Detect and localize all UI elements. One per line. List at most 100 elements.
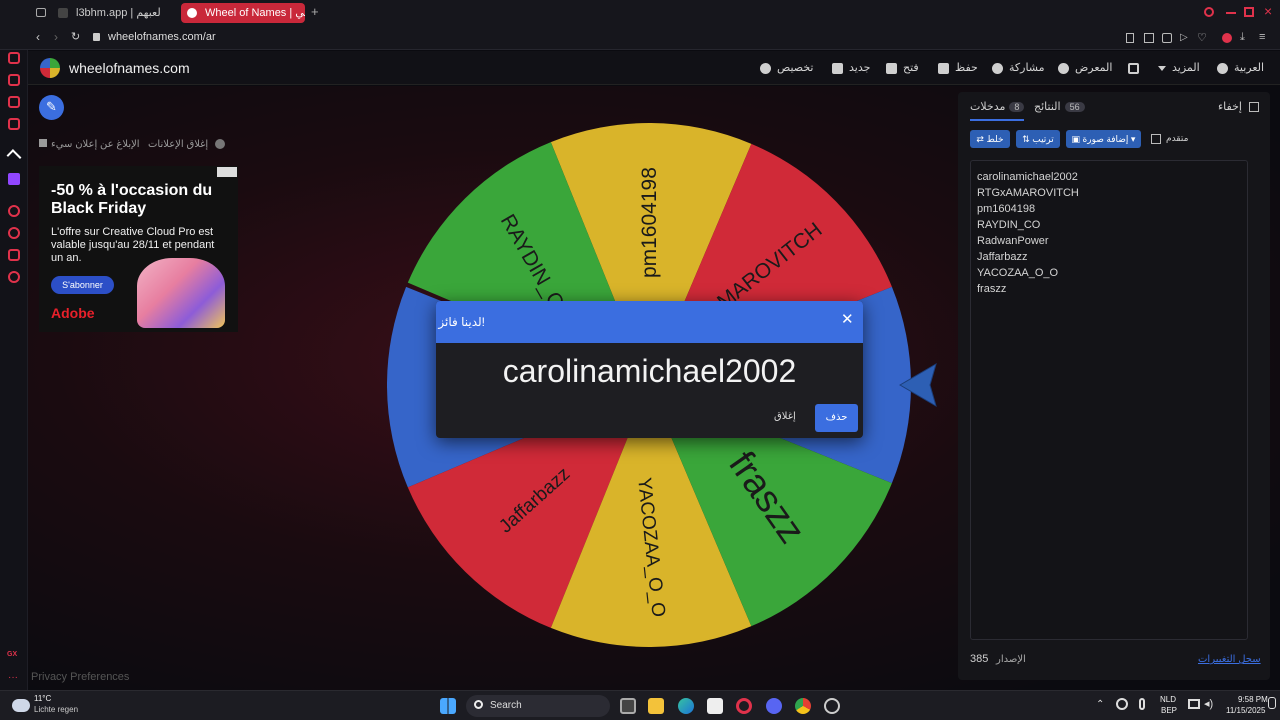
entry-item[interactable]: fraszz — [977, 281, 1241, 297]
keyboard-layout[interactable]: BEP — [1161, 706, 1177, 715]
address-bar: ‹ › ↻ wheelofnames.com/ar ▷ ♡ ⤓ ≡ — [0, 26, 1280, 50]
task-view-icon[interactable] — [620, 698, 636, 714]
edit-button[interactable]: ✎ — [39, 95, 64, 120]
sidebar-app-icon[interactable] — [8, 205, 20, 217]
entry-item[interactable]: RTGxAMAROVITCH — [977, 185, 1241, 201]
notification-icon[interactable] — [1268, 697, 1276, 709]
weather-icon[interactable] — [12, 699, 30, 712]
add-image-button[interactable]: ▣ إضافة صورة ▾ — [1066, 130, 1141, 148]
clock-date[interactable]: 11/15/2025 — [1226, 706, 1265, 715]
dialog-close-icon[interactable]: ✕ — [841, 310, 854, 328]
settings-icon[interactable] — [8, 271, 20, 283]
save-button[interactable]: حفظ — [938, 51, 978, 85]
hide-checkbox[interactable] — [1249, 102, 1260, 113]
close-window-button[interactable]: × — [1264, 3, 1272, 19]
more-dots-icon[interactable]: ··· — [8, 672, 18, 683]
remove-button[interactable]: حذف — [815, 404, 858, 432]
hide-toggle[interactable]: إخفاء — [1218, 100, 1260, 113]
logo-icon[interactable] — [40, 58, 60, 78]
bookmark-icon[interactable] — [1126, 33, 1134, 43]
entry-item[interactable]: RadwanPower — [977, 233, 1241, 249]
shuffle-button[interactable]: ⇄ خلط — [970, 130, 1010, 148]
microphone-icon[interactable] — [1139, 698, 1145, 710]
sidebar-app-icon[interactable] — [8, 74, 20, 86]
advanced-toggle[interactable]: متقدم — [1151, 133, 1188, 144]
twitch-icon[interactable] — [8, 173, 20, 185]
search-icon[interactable] — [1204, 7, 1214, 17]
minimize-button[interactable] — [1226, 12, 1236, 14]
ad-cta-button[interactable]: S'abonner — [51, 276, 114, 294]
customize-button[interactable]: تخصيص — [760, 51, 814, 85]
discord-icon[interactable] — [766, 698, 782, 714]
gallery-button[interactable]: المعرض — [1058, 51, 1112, 85]
report-ad-label: الإبلاغ عن إعلان سيء — [51, 139, 140, 150]
display-icon[interactable] — [1188, 699, 1200, 709]
more-button[interactable]: المزيد — [1158, 51, 1200, 85]
entry-item[interactable]: YACOZAA_O_O — [977, 265, 1241, 281]
app-icon[interactable] — [824, 698, 840, 714]
report-ad-link[interactable]: الإبلاغ عن إعلان سيء — [39, 139, 140, 150]
entry-item[interactable]: RAYDIN_CO — [977, 217, 1241, 233]
taskbar-search[interactable]: Search — [466, 695, 610, 717]
fullscreen-button[interactable] — [1128, 51, 1145, 85]
forward-icon[interactable]: › — [54, 30, 58, 44]
dialog-header — [436, 301, 863, 343]
tab-menu-icon[interactable] — [36, 8, 46, 17]
open-button[interactable]: فتح — [886, 51, 919, 85]
profile-icon[interactable] — [1222, 33, 1232, 43]
shuffle-icon: ⇄ — [976, 134, 987, 144]
privacy-preferences-link[interactable]: Privacy Preferences — [31, 671, 129, 683]
advertisement[interactable]: -50 % à l'occasion du Black Friday L'off… — [39, 166, 238, 332]
tab-wheel-of-names[interactable]: Wheel of Names | عشوائي — [181, 3, 305, 23]
back-icon[interactable]: ‹ — [36, 30, 40, 44]
clock-time[interactable]: 9:58 PM — [1238, 695, 1268, 704]
entries-textarea[interactable]: carolinamichael2002 RTGxAMAROVITCH pm16041… — [970, 160, 1248, 640]
share-button[interactable]: مشاركة — [992, 51, 1045, 85]
reload-icon[interactable]: ↻ — [71, 30, 80, 43]
close-ads-label: إغلاق الإعلانات — [148, 139, 209, 150]
player-icon[interactable]: ▷ — [1180, 32, 1188, 43]
volume-icon[interactable]: ◂) — [1204, 697, 1213, 710]
maximize-button[interactable] — [1244, 7, 1254, 17]
tab-l3bhm[interactable]: l3bhm.app | لعبهم — [52, 3, 177, 23]
screenshot-icon[interactable] — [1144, 33, 1154, 43]
entry-item[interactable]: carolinamichael2002 — [977, 169, 1241, 185]
windows-start-icon[interactable] — [440, 698, 456, 714]
sidebar-app-icon[interactable] — [6, 149, 22, 164]
new-tab-button[interactable]: + — [311, 4, 319, 19]
adchoices-icon[interactable] — [217, 167, 237, 177]
history-icon[interactable] — [8, 227, 20, 239]
file-explorer-icon[interactable] — [648, 698, 664, 714]
sidebar-app-icon[interactable] — [8, 52, 20, 64]
entry-item[interactable]: Jaffarbazz — [977, 249, 1241, 265]
advanced-checkbox[interactable] — [1151, 133, 1161, 144]
extension-icon[interactable] — [1162, 33, 1172, 43]
tab-entries[interactable]: مدخلات 8 — [970, 100, 1025, 121]
dialog-close-button[interactable]: إغلاق — [774, 411, 796, 422]
close-ads-link[interactable]: إغلاق الإعلانات — [148, 139, 225, 150]
opera-gx-icon[interactable] — [736, 698, 752, 714]
tab-results[interactable]: النتائج 56 — [1034, 100, 1085, 113]
gx-icon[interactable]: GX — [7, 651, 17, 658]
download-icon[interactable]: ⤓ — [1240, 31, 1245, 44]
chevron-up-icon[interactable]: ⌃ — [1096, 699, 1104, 710]
changelog-link[interactable]: سجل التغييرات — [1198, 654, 1261, 665]
entry-item[interactable]: pm1604198 — [977, 201, 1241, 217]
sort-button[interactable]: ⇅ ترتيب — [1016, 130, 1060, 148]
chrome-icon[interactable] — [795, 698, 811, 714]
input-language[interactable]: NLD — [1160, 695, 1176, 704]
edge-icon[interactable] — [678, 698, 694, 714]
tab-title: l3bhm.app | لعبهم — [76, 7, 161, 19]
language-button[interactable]: العربية — [1217, 51, 1264, 85]
network-icon[interactable] — [1116, 698, 1128, 710]
share-label: مشاركة — [1009, 62, 1045, 74]
url-field[interactable]: wheelofnames.com/ar — [108, 31, 216, 43]
heart-icon[interactable]: ♡ — [1197, 31, 1207, 44]
store-icon[interactable] — [707, 698, 723, 714]
new-button[interactable]: جديد — [832, 51, 870, 85]
sidebar-app-icon[interactable] — [8, 118, 20, 130]
menu-icon[interactable]: ≡ — [1259, 31, 1265, 43]
sidebar-app-icon[interactable] — [8, 96, 20, 108]
sidebar-app-icon[interactable] — [8, 249, 20, 261]
logo-text[interactable]: wheelofnames.com — [69, 51, 190, 85]
